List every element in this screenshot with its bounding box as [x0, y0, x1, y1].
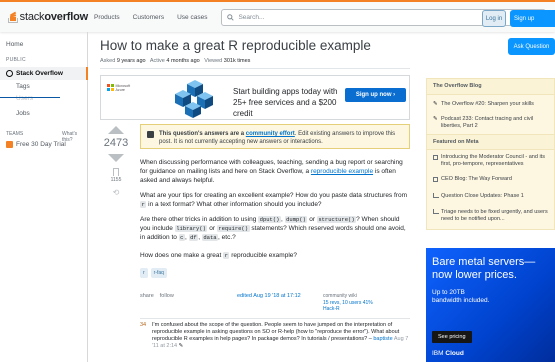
nav-customers[interactable]: Customers: [133, 14, 164, 21]
blog-heading: The Overflow Blog: [427, 79, 554, 95]
meta-item[interactable]: CEO Blog: The Way Forward: [427, 172, 554, 189]
comment-author-link[interactable]: baptiste: [373, 336, 392, 342]
vote-score: 2473: [103, 137, 129, 149]
square-icon: [433, 177, 438, 182]
nav-use-cases[interactable]: Use cases: [177, 14, 207, 21]
sidebar-section-public: PUBLIC: [6, 57, 26, 63]
overflow-blog-widget: The Overflow Blog ✎ The Overflow #20: Sha…: [426, 78, 555, 230]
meta-item[interactable]: Introducing the Moderator Council - and …: [427, 150, 554, 172]
meta-item[interactable]: Question Close Updates: Phase 1: [427, 189, 554, 205]
briefcase-icon: [6, 141, 13, 148]
question-paragraph-3: Are there other tricks in addition to us…: [140, 216, 406, 241]
ad-signup-button[interactable]: Sign up now ›: [345, 88, 406, 102]
tag-r-faq[interactable]: r-faq: [150, 268, 167, 278]
microsoft-logo: Microsoft Azure: [107, 84, 130, 92]
history-icon[interactable]: ⟲: [100, 188, 132, 197]
question-paragraph-1: When discussing performance with colleag…: [140, 159, 403, 184]
left-sidebar: Home PUBLIC Stack Overflow Tags Users Jo…: [0, 32, 88, 362]
logo-text-stack: stack: [19, 11, 45, 23]
azure-ad-banner[interactable]: Microsoft Azure Start building apps today…: [100, 75, 410, 120]
nav-links: Products Customers Use cases: [94, 14, 207, 21]
bookmark-icon[interactable]: [113, 168, 119, 176]
lock-icon: [147, 131, 154, 138]
chart-icon: [433, 209, 439, 214]
pencil-icon: ✎: [433, 116, 438, 122]
comment-divider: [140, 318, 410, 319]
divider: [100, 68, 410, 69]
nav-products[interactable]: Products: [94, 14, 120, 21]
sidebar-item-stack-overflow[interactable]: Stack Overflow: [0, 67, 88, 80]
right-sidebar: The Overflow Blog ✎ The Overflow #20: Sha…: [426, 78, 555, 230]
top-bar: stackoverflow Products Customers Use cas…: [0, 0, 555, 32]
question-paragraph-4: How does one make a great r reproducible…: [140, 252, 297, 259]
tag-r[interactable]: r: [140, 268, 148, 278]
meta-heading: Featured on Meta: [427, 134, 554, 150]
ibm-ad-heading: Bare metal servers—now lower prices.: [432, 256, 536, 281]
signup-button[interactable]: Sign up: [510, 10, 555, 27]
globe-icon: [6, 70, 13, 77]
search-icon: [227, 13, 235, 21]
reproducible-example-link[interactable]: reproducible example: [311, 168, 373, 175]
post-actions: share follow: [140, 293, 174, 299]
comment-score: 34: [140, 322, 147, 328]
downvote-button[interactable]: [108, 154, 124, 162]
login-button[interactable]: Log in: [482, 10, 506, 27]
community-notice: This question's answers are a community …: [140, 124, 410, 149]
owner-signature: community wiki 15 revs, 10 users 41% Hac…: [323, 293, 373, 313]
blog-item[interactable]: ✎ Podcast 233: Contact tracing and civil …: [427, 112, 554, 134]
see-pricing-button[interactable]: See pricing: [432, 331, 472, 343]
tag-list: r r-faq: [140, 268, 167, 278]
logo-text-overflow: overflow: [44, 11, 88, 23]
ibm-cloud-ad[interactable]: Bare metal servers—now lower prices. Up …: [426, 248, 555, 362]
search-placeholder: Search...: [238, 13, 265, 21]
blog-item[interactable]: ✎ The Overflow #20: Sharpen your skills: [427, 95, 554, 112]
stackoverflow-logo[interactable]: stackoverflow: [8, 10, 88, 24]
stack-logo-icon: [8, 10, 18, 24]
question-meta: Asked 9 years ago Active 4 months ago Vi…: [100, 58, 251, 64]
share-link[interactable]: share: [140, 293, 154, 299]
upvote-button[interactable]: [108, 126, 124, 134]
sidebar-item-tags[interactable]: Tags: [16, 83, 30, 90]
sidebar-item-label: Stack Overflow: [16, 70, 63, 77]
ibm-cloud-logo: IBM Cloud: [432, 350, 464, 357]
sidebar-item-jobs[interactable]: Jobs: [16, 110, 30, 117]
user-link[interactable]: Hack-R: [323, 306, 373, 313]
edited-link[interactable]: edited Aug 19 '18 at 17:12: [237, 293, 301, 299]
ibm-ad-subtext: Up to 20TB bandwidth included.: [432, 289, 490, 304]
sidebar-item-label: Free 30 Day Trial: [16, 141, 66, 149]
cubes-illustration: [175, 80, 213, 118]
community-effort-link[interactable]: community effort: [246, 131, 295, 137]
square-icon: [433, 155, 438, 160]
bookmark-count: 1155: [110, 177, 122, 183]
sidebar-item-free-trial[interactable]: Free 30 Day Trial: [6, 141, 66, 148]
question-title[interactable]: How to make a great R reproducible examp…: [100, 38, 371, 53]
ask-question-button[interactable]: Ask Question: [508, 38, 555, 55]
ad-text: Start building apps today with 25+ free …: [233, 87, 338, 118]
follow-link[interactable]: follow: [160, 293, 174, 299]
sidebar-section-teams: TEAMS: [6, 131, 24, 137]
comment: 34 I'm confused about the scope of the q…: [140, 322, 409, 349]
edit-pencil-icon: ✎: [178, 343, 184, 349]
annotation-line: [0, 97, 60, 98]
sidebar-item-home[interactable]: Home: [6, 41, 23, 48]
chart-icon: [433, 193, 439, 198]
pencil-icon: ✎: [433, 101, 438, 107]
question-paragraph-2: What are your tips for creating an excel…: [140, 192, 407, 208]
meta-item[interactable]: Triage needs to be fixed urgently, and u…: [427, 205, 554, 229]
vote-cell: 2473 1155 ⟲: [100, 126, 132, 197]
